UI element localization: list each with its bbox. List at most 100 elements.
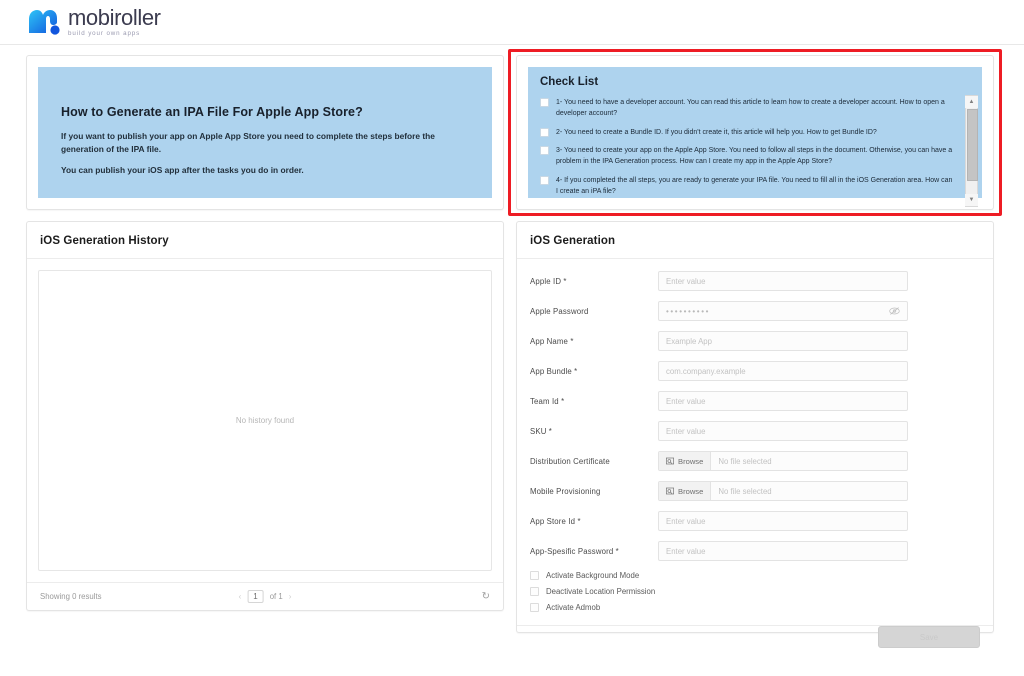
field-control: Enter value	[658, 511, 908, 531]
top-row: How to Generate an IPA File For Apple Ap…	[26, 49, 1002, 216]
checklist-item-label: 3- You need to create your app on the Ap…	[556, 146, 953, 166]
info-column: How to Generate an IPA File For Apple Ap…	[26, 55, 504, 210]
brand-name: mobiroller	[68, 4, 161, 30]
checklist-column: Check List 1- You need to have a develop…	[508, 49, 1002, 216]
history-table: No history found	[38, 270, 492, 571]
checkbox-label: Activate Admob	[546, 603, 601, 612]
browse-label: Browse	[678, 486, 704, 496]
placeholder-text: Enter value	[666, 426, 706, 436]
history-header: iOS Generation History	[27, 222, 503, 259]
checklist-checkbox[interactable]	[540, 127, 549, 137]
page-content: How to Generate an IPA File For Apple Ap…	[0, 45, 1024, 648]
checklist-checkbox[interactable]	[540, 145, 549, 155]
checklist-blue-panel: Check List 1- You need to have a develop…	[528, 67, 982, 207]
field-app-name: App Name * Example App	[530, 331, 980, 351]
field-control: Enter value	[658, 541, 908, 561]
checklist-card: Check List 1- You need to have a develop…	[516, 55, 994, 210]
checklist-scrollbar[interactable]: ▲ ▼	[965, 95, 978, 207]
distribution-certificate-file-input[interactable]: Browse No file selected	[658, 451, 908, 471]
browse-button[interactable]: Browse	[659, 452, 712, 470]
field-label: Distribution Certificate	[530, 456, 610, 466]
pagination: ‹ 1 of 1 ›	[239, 590, 292, 603]
checklist-item-label: 1- You need to have a developer account.…	[556, 99, 945, 118]
app-specific-password-input[interactable]: Enter value	[658, 541, 908, 561]
field-distribution-certificate: Distribution Certificate Browse No file …	[530, 451, 980, 471]
history-title: iOS Generation History	[40, 235, 169, 247]
generation-form-card: iOS Generation Apple ID * Enter value Ap…	[516, 221, 994, 648]
brand-tagline: build your own apps	[68, 29, 141, 37]
app-header: mobiroller build your own apps	[0, 0, 1024, 45]
info-paragraph-1: If you want to publish your app on Apple…	[61, 131, 435, 154]
scrollbar-thumb[interactable]	[967, 109, 978, 181]
checkbox-input[interactable]	[530, 571, 539, 580]
checklist-item-label: 2- You need to create a Bundle ID. If yo…	[556, 128, 877, 136]
sku-input[interactable]: Enter value	[658, 421, 908, 441]
field-label: Team Id *	[530, 396, 565, 406]
file-status-label: No file selected	[718, 456, 772, 466]
field-app-bundle: App Bundle * com.company.example	[530, 361, 980, 381]
password-mask: ••••••••••	[666, 306, 711, 316]
apple-password-input[interactable]: ••••••••••	[658, 301, 908, 321]
apple-id-input[interactable]: Enter value	[658, 271, 908, 291]
history-empty-message: No history found	[235, 416, 295, 425]
mobile-provisioning-file-input[interactable]: Browse No file selected	[658, 481, 908, 501]
app-name-input[interactable]: Example App	[658, 331, 908, 351]
checkbox-activate-admob[interactable]: Activate Admob	[530, 603, 980, 612]
brand-logo[interactable]: mobiroller build your own apps	[27, 4, 161, 37]
info-card: How to Generate an IPA File For Apple Ap…	[26, 55, 504, 210]
history-card: iOS Generation History No history found …	[26, 221, 504, 611]
toggle-password-visibility-icon[interactable]	[889, 307, 900, 316]
placeholder-text: Example App	[666, 336, 712, 346]
field-label: App-Spesific Password *	[530, 546, 619, 556]
checklist-item[interactable]: 3- You need to create your app on the Ap…	[540, 145, 954, 168]
checkbox-input[interactable]	[530, 587, 539, 596]
scroll-down-icon[interactable]: ▼	[965, 194, 978, 206]
folder-search-icon	[666, 457, 674, 465]
field-label: Apple Password	[530, 306, 589, 316]
field-sku: SKU * Enter value	[530, 421, 980, 441]
current-page-input[interactable]: 1	[247, 590, 264, 603]
checkbox-label: Deactivate Location Permission	[546, 587, 656, 596]
mobiroller-logo-icon	[29, 9, 60, 35]
page-total-label: of 1	[269, 592, 283, 601]
generation-title: iOS Generation	[530, 235, 616, 247]
checklist-item[interactable]: 4- If you completed the all steps, you a…	[540, 175, 954, 198]
field-app-specific-password: App-Spesific Password * Enter value	[530, 541, 980, 561]
field-control: ••••••••••	[658, 301, 908, 321]
checkbox-activate-background-mode[interactable]: Activate Background Mode	[530, 571, 980, 580]
field-label: Mobile Provisioning	[530, 486, 601, 496]
info-title: How to Generate an IPA File For Apple Ap…	[61, 105, 363, 119]
history-body: No history found	[27, 259, 503, 582]
checklist-item[interactable]: 1- You need to have a developer account.…	[540, 97, 954, 120]
team-id-input[interactable]: Enter value	[658, 391, 908, 411]
checkbox-input[interactable]	[530, 603, 539, 612]
field-control: Browse No file selected	[658, 481, 908, 501]
browse-button[interactable]: Browse	[659, 482, 712, 500]
next-page-icon[interactable]: ›	[289, 592, 292, 601]
field-apple-id: Apple ID * Enter value	[530, 271, 980, 291]
refresh-icon[interactable]: ↻	[482, 591, 490, 602]
checklist-item[interactable]: 2- You need to create a Bundle ID. If yo…	[540, 127, 954, 138]
app-bundle-input[interactable]: com.company.example	[658, 361, 908, 381]
scroll-up-icon[interactable]: ▲	[965, 96, 978, 108]
checklist-scroll-area[interactable]: 1- You need to have a developer account.…	[540, 97, 976, 199]
placeholder-text: Enter value	[666, 396, 706, 406]
checklist-checkbox[interactable]	[540, 98, 549, 107]
field-apple-password: Apple Password ••••••••••	[530, 301, 980, 321]
field-label: App Name *	[530, 336, 574, 346]
app-store-id-input[interactable]: Enter value	[658, 511, 908, 531]
prev-page-icon[interactable]: ‹	[239, 592, 242, 601]
generation-header: iOS Generation	[517, 222, 993, 259]
history-column: iOS Generation History No history found …	[26, 210, 504, 611]
checklist-checkbox[interactable]	[540, 175, 549, 185]
save-button[interactable]: Save	[878, 626, 980, 648]
file-status-label: No file selected	[718, 486, 772, 496]
checklist-item-label: 4- If you completed the all steps, you a…	[556, 176, 953, 195]
checkbox-deactivate-location-permission[interactable]: Deactivate Location Permission	[530, 587, 980, 596]
placeholder-text: com.company.example	[666, 366, 746, 376]
history-footer: Showing 0 results ‹ 1 of 1 › ↻	[27, 582, 503, 610]
field-label: SKU *	[530, 426, 552, 436]
field-control: Enter value	[658, 421, 908, 441]
field-control: com.company.example	[658, 361, 908, 381]
field-control: Browse No file selected	[658, 451, 908, 471]
